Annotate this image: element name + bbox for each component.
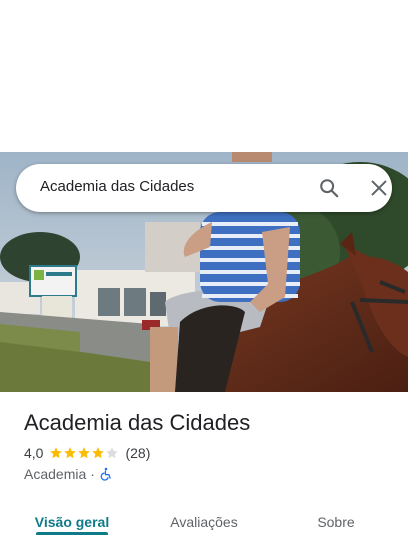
star-icon	[64, 447, 77, 459]
blank-top-area	[0, 0, 408, 152]
search-bar[interactable]: Academia das Cidades	[16, 164, 392, 212]
search-icon[interactable]	[318, 177, 340, 199]
active-tab-indicator	[36, 532, 108, 535]
separator-dot: ·	[90, 466, 95, 482]
place-info-panel: Academia das Cidades 4,0 (28) Academia ·…	[0, 392, 408, 544]
place-tabs: Visão geral Avaliações Sobre	[0, 500, 408, 544]
rating-stars	[49, 446, 119, 460]
star-icon	[92, 447, 105, 459]
star-icon	[50, 447, 63, 459]
search-query-text[interactable]: Academia das Cidades	[40, 178, 194, 195]
close-icon[interactable]	[368, 177, 390, 199]
tab-overview[interactable]: Visão geral	[24, 500, 120, 544]
tab-reviews[interactable]: Avaliações	[156, 500, 252, 544]
place-title: Academia das Cidades	[24, 410, 251, 435]
rating-value: 4,0	[24, 445, 44, 461]
wheelchair-accessible-icon	[99, 467, 113, 481]
category-row: Academia ·	[24, 465, 113, 483]
star-icon	[78, 447, 91, 459]
tab-about[interactable]: Sobre	[288, 500, 384, 544]
rating-row[interactable]: 4,0 (28)	[24, 444, 150, 462]
review-count: (28)	[125, 445, 151, 461]
place-category: Academia	[24, 466, 87, 482]
star-icon	[106, 447, 119, 459]
